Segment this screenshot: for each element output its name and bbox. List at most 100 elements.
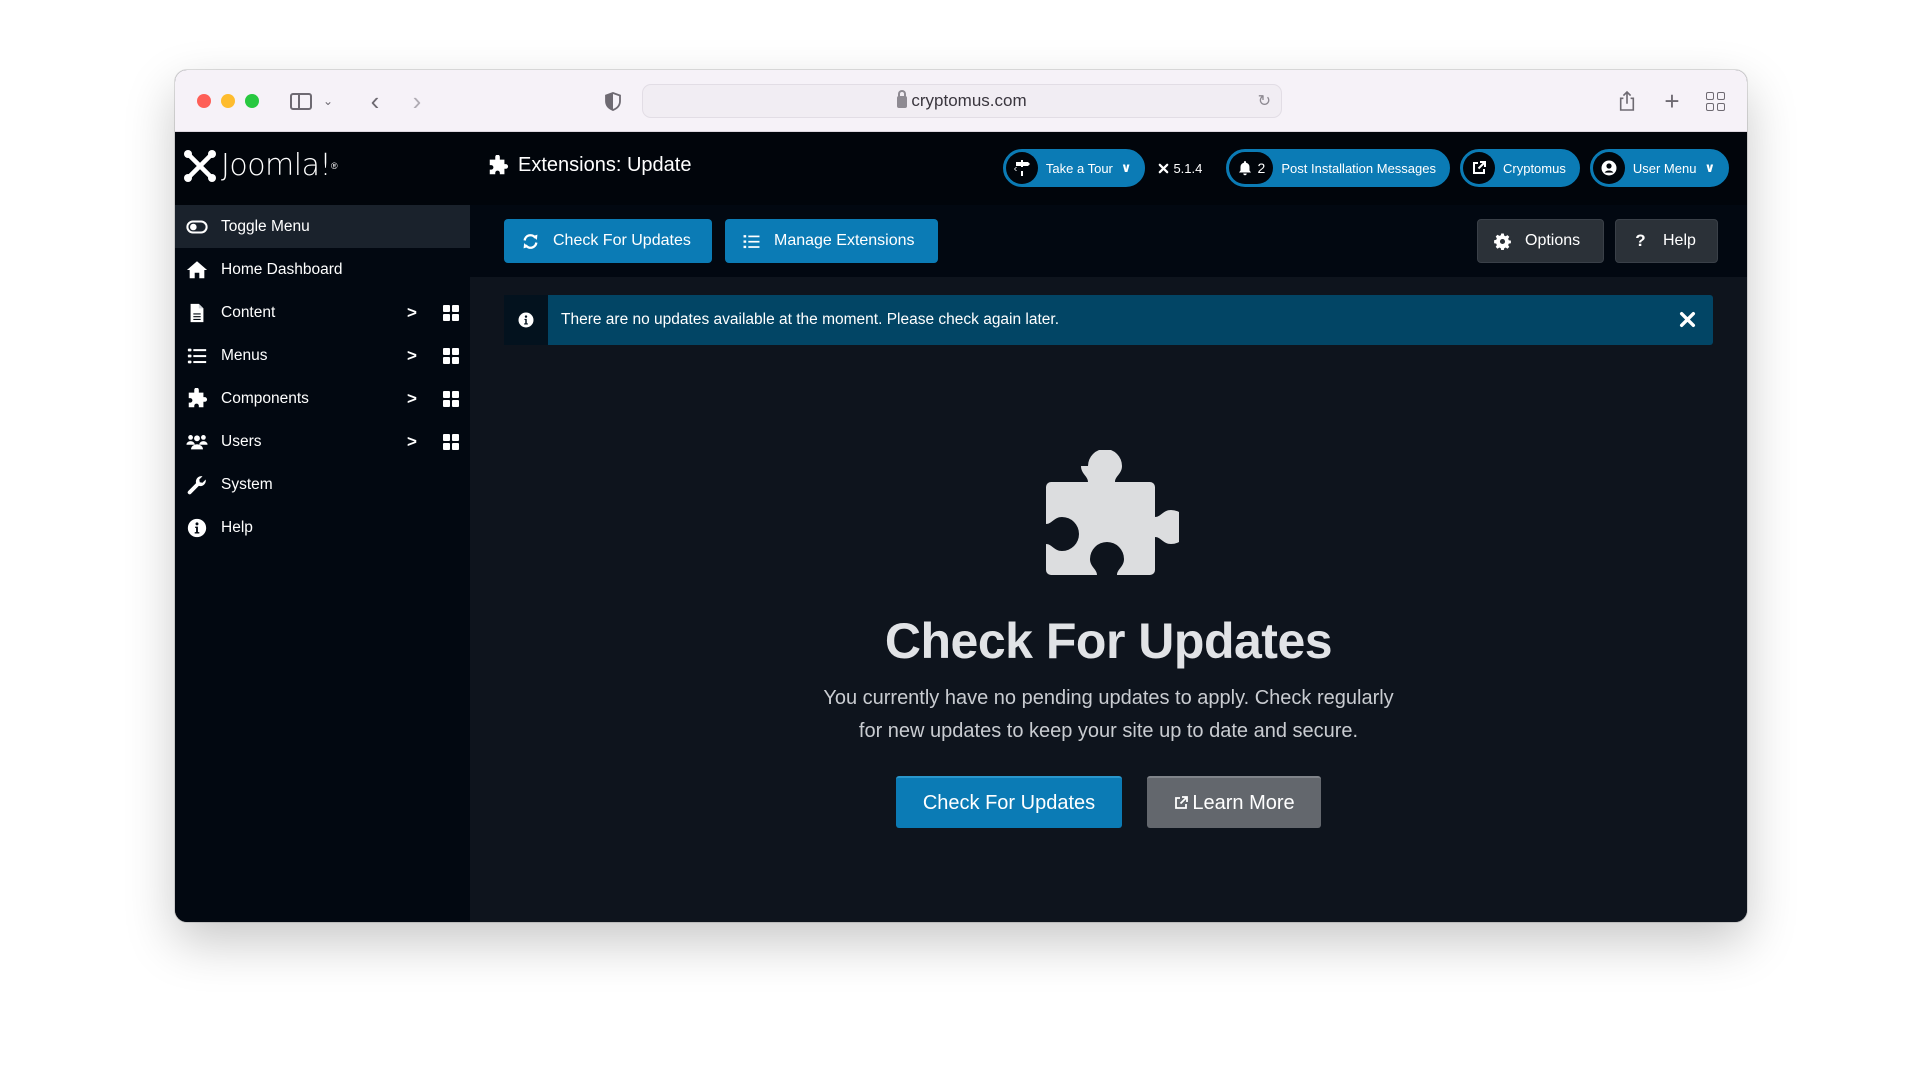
wrench-icon xyxy=(185,473,209,497)
sidebar-item-label: Users xyxy=(221,432,262,450)
puzzle-large-icon xyxy=(1045,450,1179,575)
joomla-logo-icon xyxy=(184,149,216,182)
sidebar-item-label: Menus xyxy=(221,346,268,364)
back-arrow-icon[interactable]: ‹ xyxy=(365,86,385,116)
check-for-updates-button[interactable]: Check For Updates xyxy=(504,219,712,263)
lock-icon xyxy=(897,90,908,108)
page-title-text: Extensions: Update xyxy=(518,154,692,176)
chevron-down-icon: ∨ xyxy=(1704,160,1715,175)
gear-icon xyxy=(1494,233,1511,250)
manage-extensions-label: Manage Extensions xyxy=(774,232,915,249)
file-icon xyxy=(185,301,209,325)
user-circle-icon xyxy=(1592,152,1625,184)
check-for-updates-label: Check For Updates xyxy=(553,232,691,249)
alert-message: There are no updates available at the mo… xyxy=(561,311,1060,328)
sidebar-item-label: Help xyxy=(221,518,253,536)
main-content: Check For Updates Manage Extensions Opti… xyxy=(470,205,1747,922)
tab-overview-icon[interactable] xyxy=(1703,86,1727,116)
close-icon xyxy=(1679,311,1695,327)
post-install-label: Post Installation Messages xyxy=(1281,160,1436,176)
sync-icon xyxy=(523,233,538,249)
joomla-version: 5.1.4 xyxy=(1157,161,1202,176)
maximize-window-button[interactable] xyxy=(245,94,259,108)
logo-wordmark: Joomla! xyxy=(221,148,332,183)
action-toolbar: Check For Updates Manage Extensions Opti… xyxy=(470,205,1747,277)
sidebar-item-content[interactable]: Content > xyxy=(175,291,470,334)
sidebar-item-menus[interactable]: Menus > xyxy=(175,334,470,377)
chevron-right-icon[interactable]: > xyxy=(407,389,417,409)
empty-state-description-line1: You currently have no pending updates to… xyxy=(823,687,1394,709)
notification-badge: 2 xyxy=(1229,152,1274,184)
empty-state-description-line2: for new updates to keep your site up to … xyxy=(858,720,1359,742)
sidebar-item-home-dashboard[interactable]: Home Dashboard xyxy=(175,248,470,291)
dashboard-grid-icon[interactable] xyxy=(443,304,459,321)
empty-state: Check For Updates You currently have no … xyxy=(470,450,1747,828)
chevron-right-icon[interactable]: > xyxy=(407,303,417,323)
options-label: Options xyxy=(1525,232,1581,249)
list-icon xyxy=(743,234,760,248)
info-icon xyxy=(518,312,534,328)
browser-toolbar: ⌄ ‹ › cryptomus.com ↻ + xyxy=(175,70,1747,132)
alert-icon-area xyxy=(504,295,548,345)
check-for-updates-primary-button[interactable]: Check For Updates xyxy=(896,776,1122,828)
sidebar-item-label: Content xyxy=(221,303,276,321)
learn-more-button[interactable]: Learn More xyxy=(1147,776,1321,828)
chevron-right-icon[interactable]: > xyxy=(407,432,417,452)
external-link-icon xyxy=(1463,152,1495,184)
dashboard-grid-icon[interactable] xyxy=(443,390,459,407)
address-bar[interactable]: cryptomus.com ↻ xyxy=(642,84,1282,118)
secondary-button-label: Learn More xyxy=(1192,791,1295,814)
sidebar-item-components[interactable]: Components > xyxy=(175,377,470,420)
manage-extensions-button[interactable]: Manage Extensions xyxy=(725,219,938,263)
take-tour-label: Take a Tour xyxy=(1045,160,1113,176)
help-label: Help xyxy=(1663,232,1696,249)
empty-state-title: Check For Updates xyxy=(884,613,1333,669)
browser-window: ⌄ ‹ › cryptomus.com ↻ + Joomla! ® Extens… xyxy=(175,70,1747,922)
list-icon xyxy=(185,344,209,368)
dashboard-grid-icon[interactable] xyxy=(443,347,459,364)
admin-header: Joomla! ® Extensions: Update Take a Tour… xyxy=(175,132,1747,205)
joomla-small-icon xyxy=(1159,163,1169,173)
site-link-button[interactable]: Cryptomus xyxy=(1460,149,1580,187)
dashboard-grid-icon[interactable] xyxy=(443,433,459,450)
empty-state-actions: Check For Updates Learn More xyxy=(470,776,1747,828)
notification-count: 2 xyxy=(1257,160,1266,176)
post-installation-messages-button[interactable]: 2 Post Installation Messages xyxy=(1226,149,1450,187)
toggle-icon xyxy=(185,215,209,239)
forward-arrow-icon[interactable]: › xyxy=(407,86,427,116)
close-window-button[interactable] xyxy=(197,94,211,108)
take-tour-button[interactable]: Take a Tour ∨ xyxy=(1002,149,1146,187)
sidebar-toggle-icon[interactable] xyxy=(288,86,314,116)
reload-icon[interactable]: ↻ xyxy=(1258,91,1271,111)
info-alert: There are no updates available at the mo… xyxy=(504,295,1713,345)
chevron-down-icon: ∨ xyxy=(1120,160,1132,175)
site-label: Cryptomus xyxy=(1503,160,1566,176)
bell-icon xyxy=(1239,161,1252,176)
options-button[interactable]: Options xyxy=(1477,219,1604,263)
sidebar-item-help[interactable]: Help xyxy=(175,506,470,549)
sidebar-item-users[interactable]: Users > xyxy=(175,420,470,463)
header-actions: Take a Tour ∨ 5.1.4 2 Post Installation … xyxy=(1002,149,1729,187)
sidebar-item-system[interactable]: System xyxy=(175,463,470,506)
joomla-logo[interactable]: Joomla! ® xyxy=(183,148,338,183)
puzzle-icon xyxy=(489,154,509,174)
user-menu-label: User Menu xyxy=(1632,160,1697,176)
minimize-window-button[interactable] xyxy=(221,94,235,108)
share-icon[interactable] xyxy=(1615,86,1639,116)
sidebar-item-label: Components xyxy=(221,389,309,407)
chevron-down-icon[interactable]: ⌄ xyxy=(321,86,335,116)
info-icon xyxy=(185,516,209,540)
new-tab-icon[interactable]: + xyxy=(1660,86,1684,116)
sidebar-item-label: System xyxy=(221,475,273,493)
sidebar-item-toggle-menu[interactable]: Toggle Menu xyxy=(175,205,470,248)
registered-mark: ® xyxy=(331,160,338,171)
help-button[interactable]: ? Help xyxy=(1615,219,1718,263)
sidebar-item-label: Toggle Menu xyxy=(221,217,310,235)
version-text: 5.1.4 xyxy=(1173,160,1203,176)
users-icon xyxy=(185,430,209,454)
chevron-right-icon[interactable]: > xyxy=(407,346,417,366)
close-alert-button[interactable] xyxy=(1675,307,1699,331)
user-menu-button[interactable]: User Menu ∨ xyxy=(1589,149,1729,187)
privacy-shield-icon[interactable] xyxy=(603,86,623,116)
sidebar: Toggle Menu Home Dashboard Content > Men… xyxy=(175,205,470,922)
